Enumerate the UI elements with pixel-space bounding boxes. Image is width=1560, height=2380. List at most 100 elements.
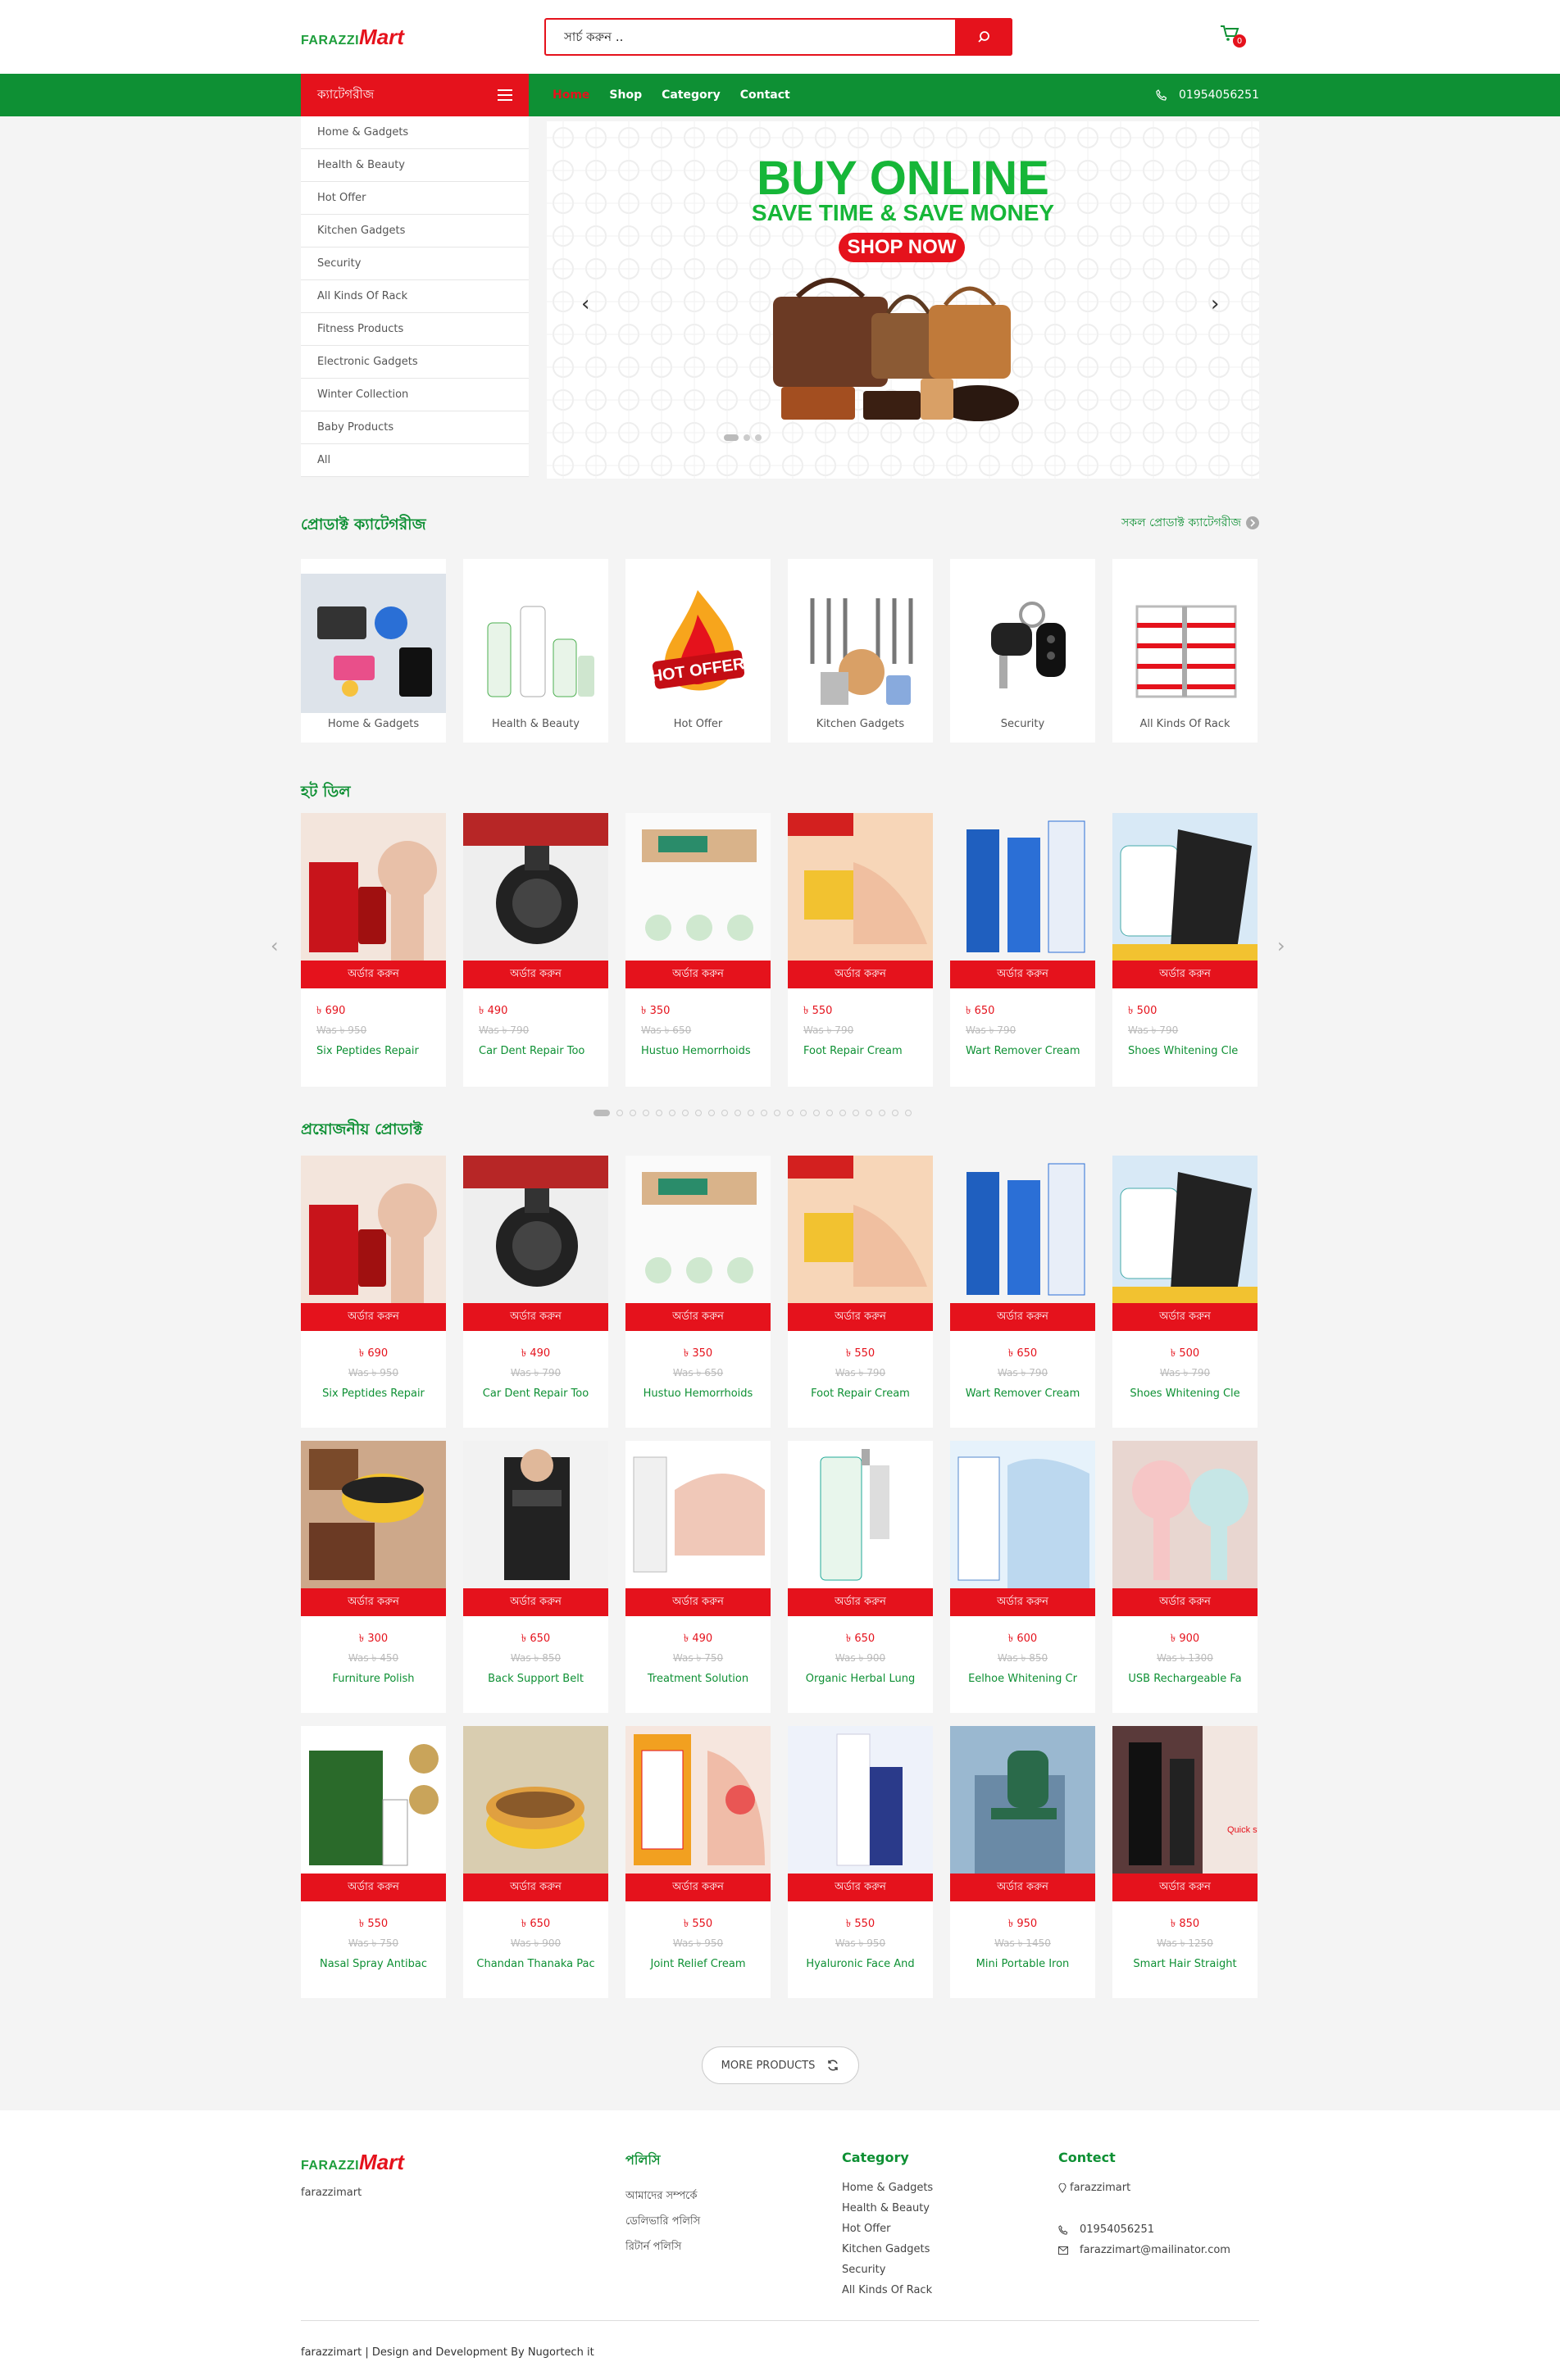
order-button[interactable]: অর্ডার করুন [950,961,1095,988]
order-button[interactable]: অর্ডার করুন [463,961,608,988]
product-image[interactable] [463,1726,608,1874]
product-card[interactable]: অর্ডার করুন ৳ 350 Was ৳ 650 Hustuo Hemorrho… [625,1156,771,1428]
footer-category-link[interactable]: Health & Beauty [842,2202,933,2214]
order-button[interactable]: অর্ডার করুন [463,1874,608,1901]
order-button[interactable]: অর্ডার করুন [625,1588,771,1616]
search-input[interactable] [546,20,948,54]
carousel-dot[interactable] [594,1110,610,1116]
product-name[interactable]: Hyaluronic Face And [788,1956,933,1972]
sidebar-item-health-beauty[interactable]: Health & Beauty [301,149,529,182]
sidebar-item-winter-collection[interactable]: Winter Collection [301,379,529,411]
product-image[interactable] [625,813,771,961]
product-image[interactable] [301,1441,446,1588]
product-image[interactable] [1112,1156,1258,1303]
product-image[interactable] [788,1156,933,1303]
footer-category-link[interactable]: Hot Offer [842,2223,933,2235]
banner-dot[interactable] [755,434,762,441]
product-image[interactable] [1112,813,1258,961]
product-image[interactable] [463,1156,608,1303]
category-card-kitchen-gadgets[interactable]: Kitchen Gadgets [788,559,933,743]
product-name[interactable]: Six Peptides Repair [316,1043,439,1059]
order-button[interactable]: অর্ডার করুন [788,1303,933,1331]
product-name[interactable]: Eelhoe Whitening Cr [950,1671,1095,1687]
search-button[interactable] [955,18,1012,56]
carousel-dot[interactable] [761,1110,767,1116]
product-card[interactable]: অর্ডার করুন ৳ 650 Was ৳ 790 Wart Remover Cr… [950,813,1095,1087]
carousel-dot[interactable] [630,1110,636,1116]
product-card[interactable]: অর্ডার করুন ৳ 300 Was ৳ 450 Furniture Polis… [301,1441,446,1713]
product-name[interactable]: Furniture Polish [301,1671,446,1687]
order-button[interactable]: অর্ডার করুন [1112,961,1258,988]
carousel-dot[interactable] [695,1110,702,1116]
carousel-dot[interactable] [826,1110,833,1116]
more-products-button[interactable]: MORE PRODUCTS [702,2046,859,2084]
product-card[interactable]: অর্ডার করুন ৳ 550 Was ৳ 950 Hyaluronic Face… [788,1726,933,1998]
sidebar-item-fitness-products[interactable]: Fitness Products [301,313,529,346]
categories-menu-toggle[interactable]: ক্যাটেগরীজ [301,74,529,116]
product-name[interactable]: Organic Herbal Lung [788,1671,933,1687]
order-button[interactable]: অর্ডার করুন [625,1303,771,1331]
product-card[interactable]: অর্ডার করুন ৳ 550 Was ৳ 790 Foot Repair Cre… [788,813,933,1087]
carousel-dot[interactable] [721,1110,728,1116]
order-button[interactable]: অর্ডার করুন [301,961,446,988]
footer-link-return-policy[interactable]: রিটার্ন পলিসি [625,2239,700,2256]
nav-link-shop[interactable]: Shop [609,89,642,102]
product-name[interactable]: USB Rechargeable Fa [1112,1671,1258,1687]
sidebar-item-hot-offer[interactable]: Hot Offer [301,182,529,215]
carousel-dot[interactable] [656,1110,662,1116]
hero-banner-slider[interactable]: BUY ONLINE SAVE TIME & SAVE MONEY SHOP N… [547,121,1259,479]
product-card[interactable]: অর্ডার করুন ৳ 350 Was ৳ 650 Hustuo Hemorrho… [625,813,771,1087]
order-button[interactable]: অর্ডার করুন [1112,1303,1258,1331]
product-name[interactable]: Foot Repair Cream [788,1386,933,1401]
carousel-dot[interactable] [879,1110,885,1116]
footer-logo[interactable]: FARAZZI Mart [301,2150,404,2175]
product-image[interactable] [301,813,446,961]
product-card[interactable]: অর্ডার করুন ৳ 650 Was ৳ 900 Organic Herbal … [788,1441,933,1713]
product-image[interactable] [788,1441,933,1588]
order-button[interactable]: অর্ডার করুন [788,1874,933,1901]
product-image[interactable] [788,813,933,961]
order-button[interactable]: অর্ডার করুন [301,1874,446,1901]
product-image[interactable] [463,1441,608,1588]
product-name[interactable]: Car Dent Repair Too [463,1386,608,1401]
nav-link-home[interactable]: Home [553,89,589,102]
footer-category-link[interactable]: All Kinds Of Rack [842,2284,933,2296]
product-name[interactable]: Wart Remover Cream [950,1386,1095,1401]
banner-dot[interactable] [724,434,739,441]
carousel-dot[interactable] [616,1110,623,1116]
category-card-hot-offer[interactable]: HOT OFFER Hot Offer [625,559,771,743]
category-card-health-beauty[interactable]: Health & Beauty [463,559,608,743]
product-image[interactable] [950,1441,1095,1588]
product-card[interactable]: Quick styling অর্ডার করুন ৳ 850 Was ৳ 1250 S… [1112,1726,1258,1998]
site-logo[interactable]: FARAZZI Mart [301,25,404,50]
carousel-dot[interactable] [708,1110,715,1116]
product-image[interactable] [301,1726,446,1874]
nav-link-category[interactable]: Category [662,89,721,102]
product-card[interactable]: অর্ডার করুন ৳ 650 Was ৳ 850 Back Support Be… [463,1441,608,1713]
product-image[interactable] [950,1726,1095,1874]
product-card[interactable]: অর্ডার করুন ৳ 490 Was ৳ 790 Car Dent Repair… [463,813,608,1087]
product-card[interactable]: অর্ডার করুন ৳ 900 Was ৳ 1300 USB Rechargeab… [1112,1441,1258,1713]
product-name[interactable]: Chandan Thanaka Pac [463,1956,608,1972]
carousel-dot[interactable] [892,1110,898,1116]
product-name[interactable]: Back Support Belt [463,1671,608,1687]
product-name[interactable]: Treatment Solution [625,1671,771,1687]
carousel-dot[interactable] [800,1110,807,1116]
sidebar-item-kitchen-gadgets[interactable]: Kitchen Gadgets [301,215,529,248]
footer-link-about[interactable]: আমাদের সম্পর্কে [625,2188,700,2205]
banner-prev-arrow[interactable]: ‹ [581,292,589,316]
carousel-dot[interactable] [866,1110,872,1116]
product-name[interactable]: Nasal Spray Antibac [301,1956,446,1972]
category-card-security[interactable]: Security [950,559,1095,743]
product-image[interactable] [788,1726,933,1874]
order-button[interactable]: অর্ডার করুন [625,961,771,988]
footer-phone[interactable]: 01954056251 [1058,2223,1230,2236]
carousel-dot[interactable] [643,1110,649,1116]
product-name[interactable]: Car Dent Repair Too [479,1043,602,1059]
product-card[interactable]: অর্ডার করুন ৳ 650 Was ৳ 790 Wart Remover Cr… [950,1156,1095,1428]
sidebar-item-baby-products[interactable]: Baby Products [301,411,529,444]
product-image[interactable] [950,1156,1095,1303]
product-image[interactable] [301,1156,446,1303]
product-card[interactable]: অর্ডার করুন ৳ 490 Was ৳ 790 Car Dent Repair… [463,1156,608,1428]
hot-deal-next-arrow[interactable]: › [1277,934,1285,957]
